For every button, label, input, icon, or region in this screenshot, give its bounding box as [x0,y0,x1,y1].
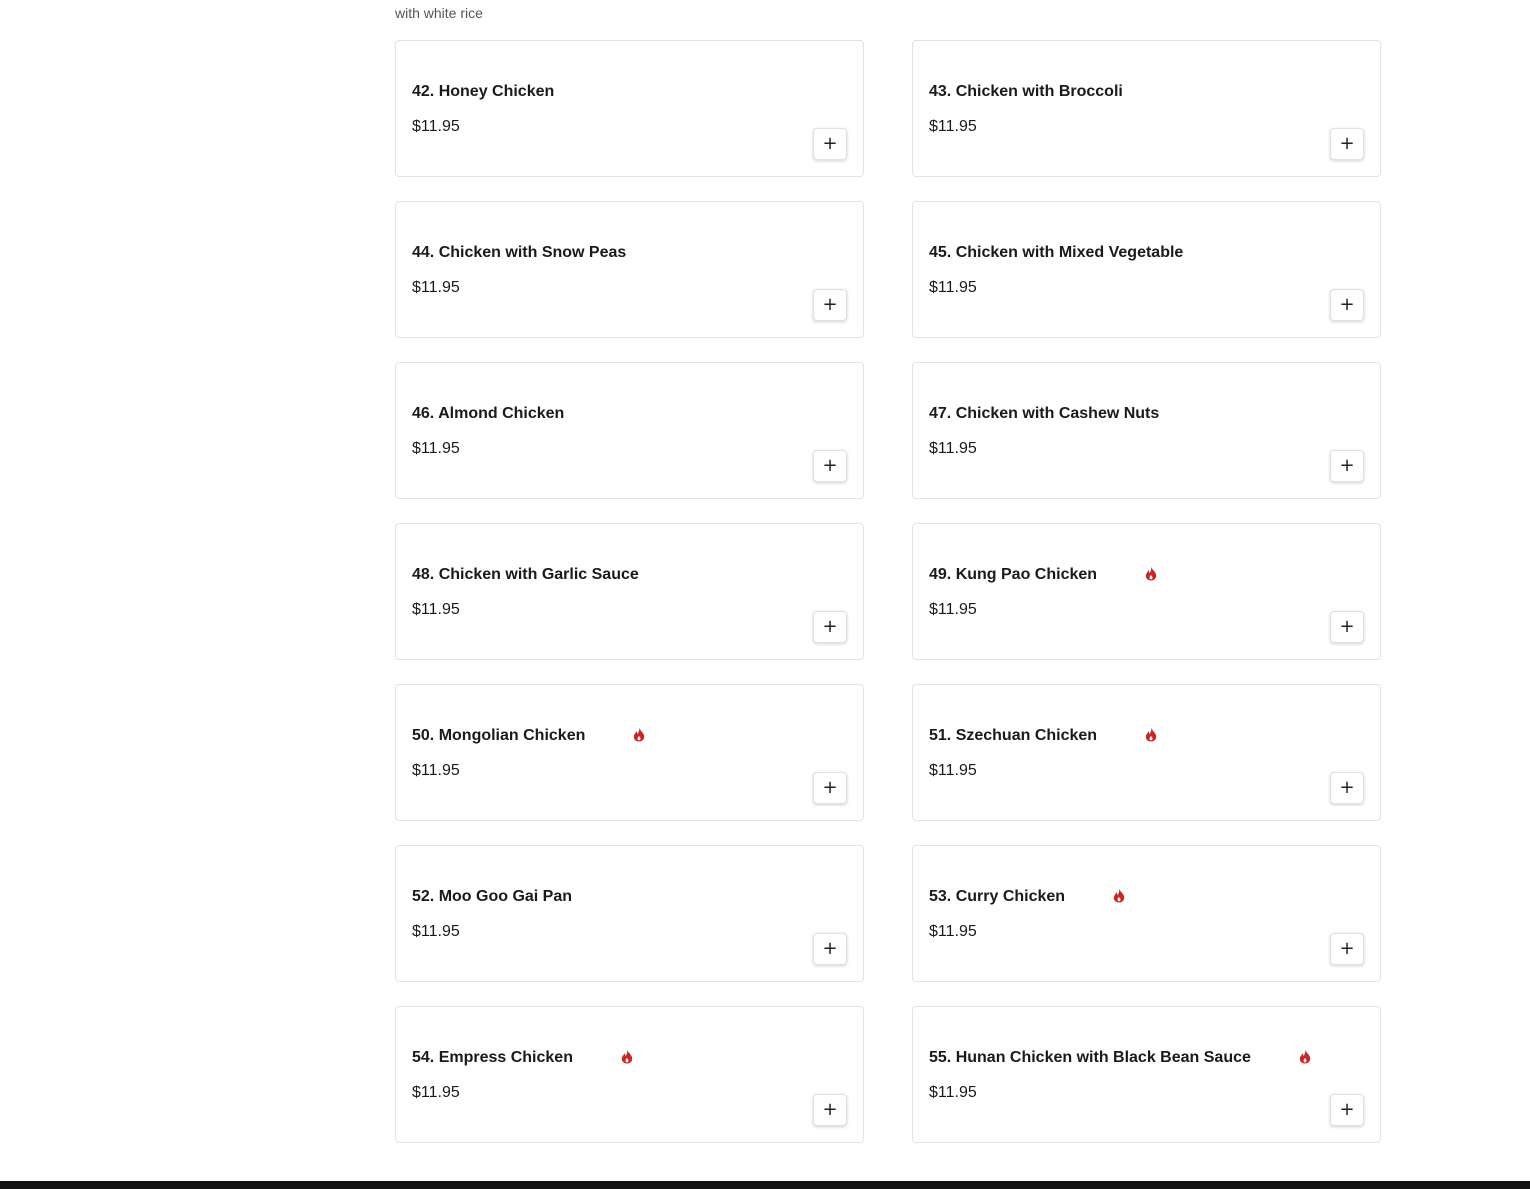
plus-icon: + [822,455,838,476]
menu-item-price: $11.95 [929,279,977,296]
menu-item-price: $11.95 [412,440,460,457]
spicy-flame-icon [1145,566,1157,581]
add-to-cart-button[interactable]: + [813,611,847,643]
spicy-flame-icon [1299,1049,1311,1064]
menu-item-card[interactable]: 47. Chicken with Cashew Nuts $11.95 + [912,362,1381,499]
menu-item-card[interactable]: 43. Chicken with Broccoli $11.95 + [912,40,1381,177]
add-to-cart-button[interactable]: + [1330,1094,1364,1126]
menu-item-name: 45. Chicken with Mixed Vegetable [929,244,1184,261]
footer-bar [0,1181,1530,1189]
plus-icon: + [822,938,838,959]
menu-item-name: 43. Chicken with Broccoli [929,83,1123,100]
menu-item-price: $11.95 [929,923,977,940]
menu-item-price: $11.95 [929,440,977,457]
menu-item-price: $11.95 [929,1084,977,1101]
menu-item-card[interactable]: 55. Hunan Chicken with Black Bean Sauce $… [912,1006,1381,1143]
menu-item-card[interactable]: 45. Chicken with Mixed Vegetable $11.95 + [912,201,1381,338]
menu-item-card[interactable]: 52. Moo Goo Gai Pan $11.95 + [395,845,864,982]
menu-item-name: 46. Almond Chicken [412,405,565,422]
menu-item-name: 42. Honey Chicken [412,83,555,100]
menu-item-name: 55. Hunan Chicken with Black Bean Sauce [929,1049,1251,1066]
menu-item-name: 54. Empress Chicken [412,1049,573,1066]
menu-item-name: 51. Szechuan Chicken [929,727,1098,744]
add-to-cart-button[interactable]: + [1330,289,1364,321]
menu-item-card[interactable]: 48. Chicken with Garlic Sauce $11.95 + [395,523,864,660]
add-to-cart-button[interactable]: + [1330,933,1364,965]
add-to-cart-button[interactable]: + [813,1094,847,1126]
add-to-cart-button[interactable]: + [1330,450,1364,482]
plus-icon: + [1339,455,1355,476]
add-to-cart-button[interactable]: + [1330,772,1364,804]
menu-item-name: 53. Curry Chicken [929,888,1066,905]
plus-icon: + [822,294,838,315]
plus-icon: + [1339,294,1355,315]
add-to-cart-button[interactable]: + [1330,611,1364,643]
plus-icon: + [1339,616,1355,637]
spicy-flame-icon [634,727,645,742]
menu-item-name: 49. Kung Pao Chicken [929,566,1098,583]
menu-item-price: $11.95 [929,762,977,779]
add-to-cart-button[interactable]: + [813,933,847,965]
menu-item-card[interactable]: 42. Honey Chicken $11.95 + [395,40,864,177]
plus-icon: + [1339,777,1355,798]
menu-item-card[interactable]: 46. Almond Chicken $11.95 + [395,362,864,499]
add-to-cart-button[interactable]: + [813,450,847,482]
plus-icon: + [822,133,838,154]
menu-item-price: $11.95 [929,118,977,135]
menu-page: with white rice 42. Honey Chicken $11.95 +… [0,0,1530,1189]
spicy-flame-icon [621,1049,633,1064]
add-to-cart-button[interactable]: + [813,128,847,160]
menu-item-name: 44. Chicken with Snow Peas [412,244,627,261]
plus-icon: + [822,777,838,798]
menu-item-name: 52. Moo Goo Gai Pan [412,888,573,905]
spicy-flame-icon [1113,888,1125,903]
plus-icon: + [822,1099,838,1120]
menu-item-card[interactable]: 51. Szechuan Chicken $11.95 + [912,684,1381,821]
menu-item-card[interactable]: 49. Kung Pao Chicken $11.95 + [912,523,1381,660]
menu-item-price: $11.95 [412,279,460,296]
add-to-cart-button[interactable]: + [1330,128,1364,160]
plus-icon: + [822,616,838,637]
add-to-cart-button[interactable]: + [813,289,847,321]
plus-icon: + [1339,938,1355,959]
plus-icon: + [1339,133,1355,154]
menu-item-price: $11.95 [412,762,460,779]
menu-item-card[interactable]: 53. Curry Chicken $11.95 + [912,845,1381,982]
add-to-cart-button[interactable]: + [813,772,847,804]
menu-item-price: $11.95 [412,923,460,940]
menu-item-price: $11.95 [412,1084,460,1101]
menu-item-price: $11.95 [929,601,977,618]
menu-item-name: 50. Mongolian Chicken [412,727,586,744]
menu-item-price: $11.95 [412,118,460,135]
menu-item-name: 48. Chicken with Garlic Sauce [412,566,639,583]
menu-item-card[interactable]: 44. Chicken with Snow Peas $11.95 + [395,201,864,338]
menu-item-name: 47. Chicken with Cashew Nuts [929,405,1160,422]
menu-item-grid: 42. Honey Chicken $11.95 +43. Chicken with… [395,40,1381,1143]
menu-item-price: $11.95 [412,601,460,618]
plus-icon: + [1339,1099,1355,1120]
menu-item-card[interactable]: 54. Empress Chicken $11.95 + [395,1006,864,1143]
spicy-flame-icon [1145,727,1157,742]
menu-item-card[interactable]: 50. Mongolian Chicken $11.95 + [395,684,864,821]
section-description: with white rice [395,5,483,21]
